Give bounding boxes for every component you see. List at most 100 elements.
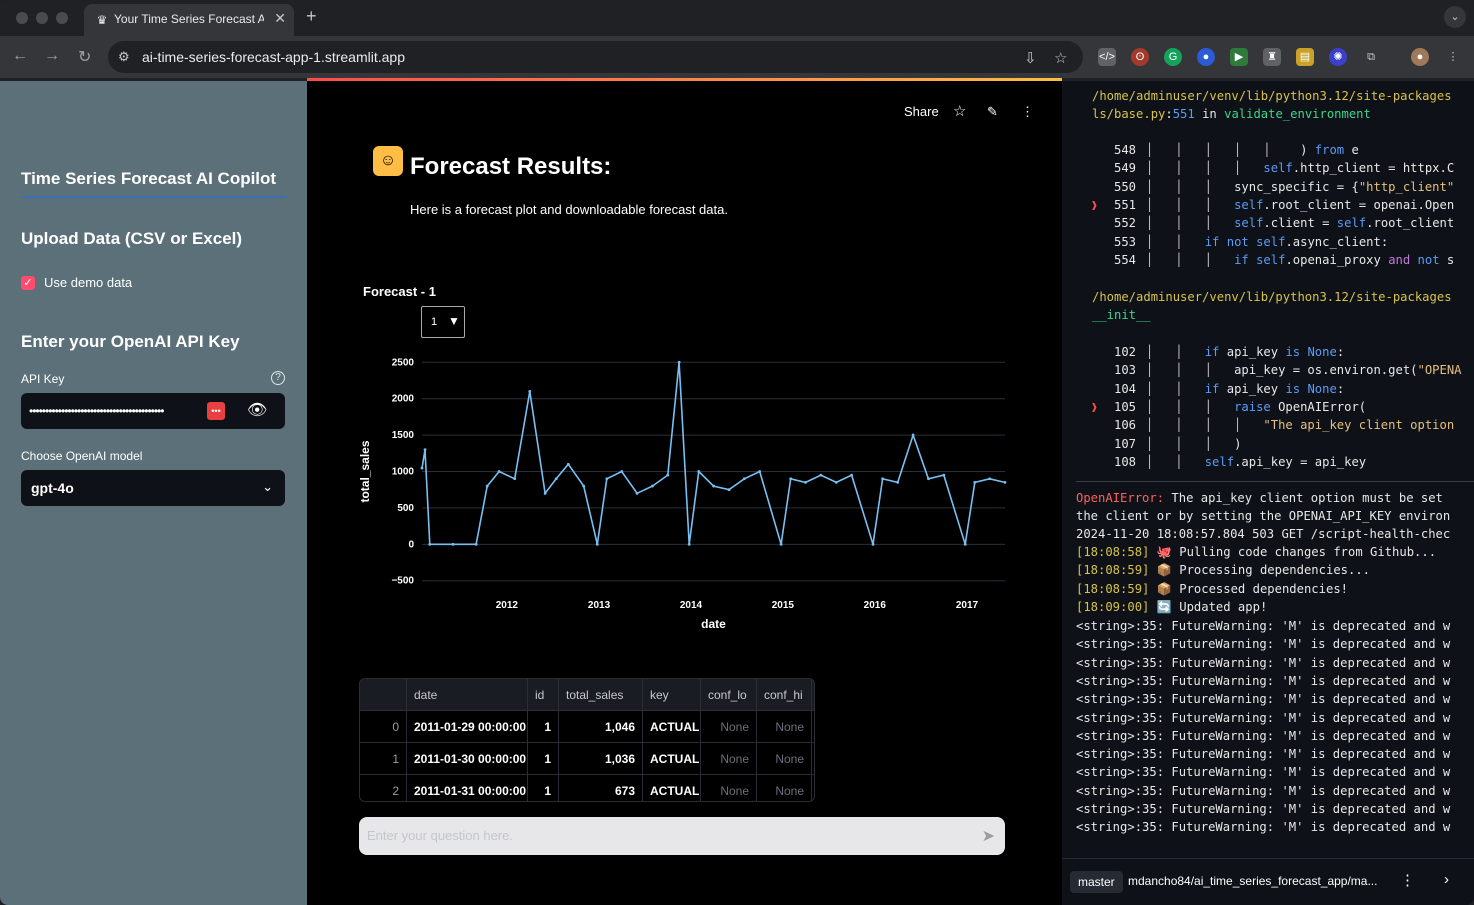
table-cell[interactable]: 2011-01-29 00:00:00 — [407, 711, 528, 743]
data-point — [451, 542, 455, 546]
data-point — [911, 433, 915, 437]
forward-icon[interactable]: → — [44, 47, 60, 65]
table-cell[interactable]: None — [757, 743, 812, 775]
table-cell[interactable]: 673 — [559, 775, 643, 801]
show-password-icon[interactable]: 👁 — [247, 400, 267, 420]
table-cell[interactable]: ACTUAL — [643, 711, 701, 743]
chat-input[interactable]: Enter your question here. ➤ — [359, 817, 1005, 855]
code-line: │ │ │ │ │ ) from e — [1146, 143, 1359, 157]
table-cell[interactable]: None — [757, 775, 812, 801]
table-cell[interactable]: None — [701, 775, 757, 801]
table-cell[interactable]: 1,036 — [559, 743, 643, 775]
profile-avatar[interactable]: ● — [1411, 48, 1429, 66]
use-demo-checkbox[interactable]: ✓ — [21, 276, 35, 290]
table-cell[interactable]: 2011-01-30 00:00:00 — [407, 743, 528, 775]
install-app-icon[interactable]: ⇩ — [1024, 49, 1037, 67]
forecast-chart[interactable]: −500 0 500 1000 1500 2000 2500 2012 2013 2014 2015… — [357, 343, 1017, 663]
table-cell[interactable]: 1 — [528, 711, 559, 743]
model-label: Choose OpenAI model — [21, 449, 143, 463]
password-manager-icon[interactable]: ••• — [207, 402, 225, 420]
share-button[interactable]: Share — [904, 104, 939, 119]
error-marker-icon: ❱ — [1091, 400, 1098, 414]
error-line: OpenAIError: The api_key client option m… — [1076, 491, 1443, 505]
more-options-icon[interactable]: ⋮ — [1400, 871, 1415, 889]
close-tab-icon[interactable]: ✕ — [274, 10, 286, 27]
chevron-right-icon[interactable]: › — [1444, 871, 1449, 888]
table-cell[interactable]: 1,046 — [559, 711, 643, 743]
table-header-cell[interactable]: date — [407, 679, 528, 711]
zoom-window-button[interactable] — [56, 12, 68, 24]
table-cell[interactable]: 1 — [528, 743, 559, 775]
address-bar[interactable]: ⚙ ai-time-series-forecast-app-1.streamli… — [108, 41, 1083, 73]
table-header-cell[interactable] — [360, 679, 407, 711]
send-icon[interactable]: ➤ — [982, 826, 995, 846]
sidebar-title: Time Series Forecast AI Copilot — [21, 169, 277, 188]
line-number: 102 — [1113, 345, 1136, 359]
table-header-cell[interactable]: conf_lo — [701, 679, 757, 711]
table-cell[interactable]: 1 — [360, 743, 407, 775]
extension-yellow-icon[interactable]: ▤ — [1296, 48, 1314, 66]
extension-blue-icon[interactable]: ● — [1197, 48, 1215, 66]
api-key-input[interactable]: ••••••••••••••••••••••••••••••••••••••••… — [21, 393, 285, 429]
branch-badge: master — [1070, 871, 1123, 893]
table-row[interactable]: 0 2011-01-29 00:00:00 1 1,046 ACTUAL None None — [360, 711, 814, 743]
data-point — [988, 477, 992, 481]
y-tick-label: 1500 — [392, 430, 415, 441]
table-cell[interactable]: ACTUAL — [643, 775, 701, 801]
y-axis-label: total_sales — [358, 440, 372, 502]
browser-menu-icon[interactable]: ⋮ — [1444, 48, 1462, 66]
line-number: 104 — [1113, 381, 1136, 396]
star-icon[interactable]: ☆ — [953, 102, 966, 120]
close-window-button[interactable] — [16, 12, 28, 24]
extensions-puzzle-icon[interactable]: ⧉ — [1362, 48, 1380, 66]
table-cell[interactable]: 2011-01-31 00:00:00 — [407, 775, 528, 801]
table-row[interactable]: 1 2011-01-30 00:00:00 1 1,036 ACTUAL None None — [360, 743, 814, 775]
table-header-cell[interactable]: total_sales — [559, 679, 643, 711]
extension-red-icon[interactable]: ʘ — [1131, 48, 1149, 66]
chevron-down-icon: ⌄ — [262, 479, 273, 494]
extension-green-icon[interactable]: ▶ — [1230, 48, 1248, 66]
extension-gear-icon[interactable]: ✺ — [1329, 48, 1347, 66]
tab-title: Your Time Series Forecast AI — [114, 12, 264, 26]
table-cell[interactable]: ACTUAL — [643, 743, 701, 775]
code-line: │ │ │ ) — [1146, 436, 1242, 451]
use-demo-label[interactable]: Use demo data — [44, 275, 132, 290]
data-point — [697, 470, 701, 473]
table-cell[interactable]: None — [701, 743, 757, 775]
help-icon[interactable]: ? — [271, 371, 285, 385]
repo-path[interactable]: mdancho84/ai_time_series_forecast_app/ma… — [1128, 874, 1377, 888]
site-info-icon[interactable]: ⚙ — [118, 49, 130, 65]
table-cell[interactable]: 0 — [360, 711, 407, 743]
new-tab-icon[interactable]: + — [306, 6, 317, 27]
edit-pencil-icon[interactable]: ✎ — [987, 104, 998, 120]
data-point — [666, 473, 670, 477]
table-cell[interactable]: 1 — [528, 775, 559, 801]
upload-heading: Upload Data (CSV or Excel) — [21, 229, 243, 248]
table-row[interactable]: 2 2011-01-31 00:00:00 1 673 ACTUAL None None — [360, 775, 814, 801]
data-point — [513, 477, 517, 481]
extension-puzzle-badge-icon[interactable]: ♜ — [1263, 48, 1281, 66]
table-header-cell[interactable]: id — [528, 679, 559, 711]
model-select[interactable]: gpt-4o ⌄ — [21, 470, 285, 506]
warning-line: <string>:35: FutureWarning: 'M' is depre… — [1076, 673, 1451, 688]
extension-devtools-icon[interactable]: </> — [1098, 48, 1116, 66]
data-point — [819, 473, 823, 477]
bookmark-star-icon[interactable]: ☆ — [1054, 49, 1067, 67]
table-cell[interactable]: 2 — [360, 775, 407, 801]
table-header-cell[interactable]: key — [643, 679, 701, 711]
reload-icon[interactable]: ↻ — [78, 47, 91, 67]
plot-series-dropdown[interactable]: 1 ▼ — [421, 306, 465, 338]
forecast-dataframe[interactable]: date id total_sales key conf_lo conf_hi 0 2011-… — [359, 678, 815, 802]
main-menu-icon[interactable]: ⋮ — [1021, 104, 1034, 120]
table-header-cell[interactable]: conf_hi — [757, 679, 812, 711]
extension-grammarly-icon[interactable]: G — [1164, 48, 1182, 66]
back-icon[interactable]: ← — [12, 47, 28, 65]
table-cell[interactable]: None — [757, 711, 812, 743]
table-cell[interactable]: None — [701, 711, 757, 743]
data-point — [543, 491, 547, 495]
browser-tab[interactable]: ♛ Your Time Series Forecast AI ✕ — [84, 4, 294, 36]
minimize-window-button[interactable] — [36, 12, 48, 24]
data-point — [554, 477, 558, 481]
code-line: │ │ │ │ self.http_client = httpx.C — [1146, 161, 1455, 176]
tab-search-icon[interactable]: ⌄ — [1444, 6, 1466, 28]
